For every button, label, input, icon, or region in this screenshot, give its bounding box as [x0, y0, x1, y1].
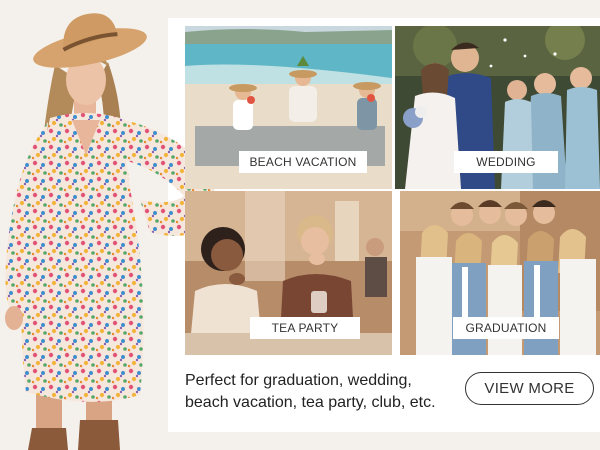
- beach-vacation-photo[interactable]: BEACH VACATION: [185, 26, 392, 189]
- tag-tea-party: TEA PARTY: [250, 317, 360, 339]
- tag-beach-vacation: BEACH VACATION: [239, 151, 367, 173]
- tea-party-photo[interactable]: TEA PARTY: [185, 191, 392, 355]
- view-more-button[interactable]: VIEW MORE: [465, 372, 594, 405]
- graduation-photo[interactable]: GRADUATION: [400, 191, 600, 355]
- product-banner: BEACH VACATION WEDDING TEA PARTY GRADUAT…: [0, 0, 600, 450]
- tag-graduation: GRADUATION: [453, 317, 559, 339]
- tag-wedding: WEDDING: [454, 151, 558, 173]
- wedding-photo[interactable]: WEDDING: [395, 26, 600, 189]
- caption-line-2: beach vacation, tea party, club, etc.: [185, 394, 436, 411]
- caption-line-1: Perfect for graduation, wedding,: [185, 372, 412, 389]
- occasions-caption: Perfect for graduation, wedding, beach v…: [185, 370, 465, 414]
